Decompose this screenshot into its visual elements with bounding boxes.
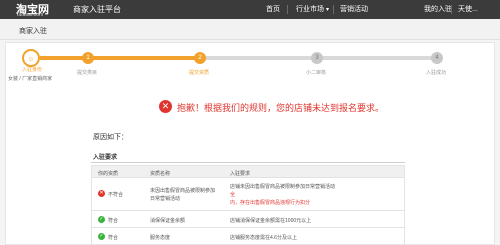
error-icon: ✕ [159,100,172,113]
user-icon: ☺ [27,56,35,63]
requirement-text-red: 全 [230,192,236,198]
column-header: 资质名称 [150,171,171,177]
step-4-marker: 4 [431,52,443,64]
table-header: 你的资质 资质名称 入驻要求 [91,165,405,178]
nav-market[interactable]: 行业市场 ▾ [296,4,329,14]
step-4-label: 入驻成功 [426,70,447,76]
progress-track-done [40,56,198,60]
qualification-name: 未因出售假冒商品被限制参加 [150,188,216,194]
requirement-text: 店铺未因出售假冒商品被限制参加日常营销活动 [230,184,336,190]
table-row: ✕ 不符合 未因出售假冒商品被限制参加 日常营销活动 店铺未因出售假冒商品被限制… [91,178,405,211]
qualification-name-cont: 日常营销活动 [150,196,181,202]
nav-divider [333,5,334,14]
check-icon: ✓ [98,216,105,223]
status-text: 符合 [108,235,119,241]
nav-divider [287,5,288,14]
requirement-text: 店铺消保保证金余额需在1000元以上 [230,218,312,224]
status-text: 符合 [108,218,119,224]
step-3-label: 小二审核 [306,70,327,76]
qualification-name: 消保保证金余额 [150,218,186,224]
reason-label: 原因如下： [93,134,128,141]
fail-icon: ✕ [98,190,105,197]
step-identity-marker: ☺ [22,49,40,67]
step-3-marker: 3 [311,52,323,64]
column-header: 你的资质 [98,171,119,177]
column-header: 入驻要求 [230,171,251,177]
step-1-marker: 1 [82,52,94,64]
qualification-name: 服务态度 [150,235,171,241]
step-1-label: 提交类目 [77,70,98,76]
logo-subtext: Taobao.com [16,12,44,18]
section-divider [91,162,405,163]
nav-my-application[interactable]: 我的入驻 [424,4,452,14]
breadcrumb-bar: 商家入驻 [0,19,500,40]
requirements-title: 入驻要求 [93,155,118,161]
taobao-logo[interactable]: 淘宝网 Taobao.com [16,1,58,18]
breadcrumb: 商家入驻 [19,28,47,35]
step-2-marker: 2 [194,52,206,64]
nav-home[interactable]: 首页 [266,4,280,14]
requirement-text: 店铺服务态度需在4.6分及以上 [230,235,297,241]
status-text: 不符合 [108,192,124,198]
chevron-down-icon: ▾ [326,7,330,13]
identity-caption: 入驻身份 [22,67,43,73]
check-icon: ✓ [98,233,105,240]
nav-divider [451,5,452,14]
step-2-label: 提交资质 [189,70,210,76]
user-menu[interactable]: 天使... [458,4,478,14]
identity-category: 女装 / 厂家直销商家 [8,76,53,82]
top-navigation-bar: 淘宝网 Taobao.com 商家入驻平台 首页 行业市场 ▾ 营销活动 我的入驻… [0,0,500,19]
platform-title: 商家入驻平台 [73,5,121,14]
requirement-text-red: 内，存在出售假冒商品违规行为扣分 [230,200,311,206]
nav-market-label: 行业市场 [296,6,324,13]
error-message: 抱歉！根据我们的规则，您的店铺未达到报名要求。 [177,103,385,113]
table-row: ✓ 符合 消保保证金余额 店铺消保保证金余额需在1000元以上 [91,211,405,228]
nav-activity[interactable]: 营销活动 [340,4,368,14]
table-row: ✓ 符合 服务态度 店铺服务态度需在4.6分及以上 [91,228,405,245]
